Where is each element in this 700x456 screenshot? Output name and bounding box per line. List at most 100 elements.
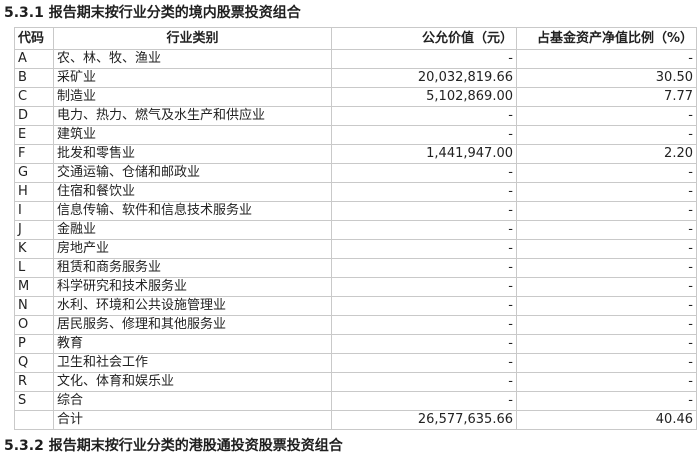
row-industry: 住宿和餐饮业 xyxy=(53,182,332,202)
table-row: N 水利、环境和公共设施管理业 - - xyxy=(14,296,697,316)
row-fair-value: - xyxy=(331,201,517,221)
row-nav-ratio: 30.50 xyxy=(516,68,697,88)
header-nav-ratio: 占基金资产净值比例（%） xyxy=(516,27,697,50)
row-nav-ratio: - xyxy=(516,353,697,373)
row-nav-ratio: - xyxy=(516,239,697,259)
row-code: L xyxy=(14,258,54,278)
row-code: F xyxy=(14,144,54,164)
table-header-row: 代码 行业类别 公允价值（元） 占基金资产净值比例（%） xyxy=(14,27,697,50)
row-fair-value: - xyxy=(331,277,517,297)
row-code: A xyxy=(14,49,54,69)
row-code: H xyxy=(14,182,54,202)
row-code: N xyxy=(14,296,54,316)
row-fair-value: - xyxy=(331,106,517,126)
row-code: M xyxy=(14,277,54,297)
row-nav-ratio: - xyxy=(516,49,697,69)
table-row: G 交通运输、仓储和邮政业 - - xyxy=(14,163,697,183)
row-fair-value: - xyxy=(331,372,517,392)
row-industry: 交通运输、仓储和邮政业 xyxy=(53,163,332,183)
row-code: P xyxy=(14,334,54,354)
row-code: I xyxy=(14,201,54,221)
row-nav-ratio: - xyxy=(516,296,697,316)
row-industry: 租赁和商务服务业 xyxy=(53,258,332,278)
table-row: M 科学研究和技术服务业 - - xyxy=(14,277,697,297)
row-industry: 电力、热力、燃气及水生产和供应业 xyxy=(53,106,332,126)
table-row: L 租赁和商务服务业 - - xyxy=(14,258,697,278)
table-row: E 建筑业 - - xyxy=(14,125,697,145)
row-nav-ratio: - xyxy=(516,372,697,392)
row-industry: 房地产业 xyxy=(53,239,332,259)
row-code: Q xyxy=(14,353,54,373)
row-nav-ratio: - xyxy=(516,277,697,297)
row-fair-value: 20,032,819.66 xyxy=(331,68,517,88)
row-industry: 文化、体育和娱乐业 xyxy=(53,372,332,392)
table-row: O 居民服务、修理和其他服务业 - - xyxy=(14,315,697,335)
row-nav-ratio: - xyxy=(516,125,697,145)
row-nav-ratio: - xyxy=(516,220,697,240)
table-row: D 电力、热力、燃气及水生产和供应业 - - xyxy=(14,106,697,126)
header-industry: 行业类别 xyxy=(53,27,332,50)
row-code: S xyxy=(14,391,54,411)
row-industry: 卫生和社会工作 xyxy=(53,353,332,373)
row-fair-value: - xyxy=(331,296,517,316)
total-row: 合计 26,577,635.66 40.46 xyxy=(14,410,697,430)
row-industry: 教育 xyxy=(53,334,332,354)
row-nav-ratio: - xyxy=(516,163,697,183)
row-industry: 科学研究和技术服务业 xyxy=(53,277,332,297)
row-industry: 制造业 xyxy=(53,87,332,107)
row-industry: 采矿业 xyxy=(53,68,332,88)
row-fair-value: - xyxy=(331,182,517,202)
row-industry: 水利、环境和公共设施管理业 xyxy=(53,296,332,316)
row-fair-value: - xyxy=(331,391,517,411)
row-fair-value: - xyxy=(331,353,517,373)
row-nav-ratio: - xyxy=(516,182,697,202)
row-fair-value: 1,441,947.00 xyxy=(331,144,517,164)
row-industry: 信息传输、软件和信息技术服务业 xyxy=(53,201,332,221)
row-industry: 金融业 xyxy=(53,220,332,240)
row-code xyxy=(14,410,54,430)
table-row: F 批发和零售业 1,441,947.00 2.20 xyxy=(14,144,697,164)
row-nav-ratio: 2.20 xyxy=(516,144,697,164)
table-row: Q 卫生和社会工作 - - xyxy=(14,353,697,373)
row-fair-value: 5,102,869.00 xyxy=(331,87,517,107)
row-nav-ratio: - xyxy=(516,201,697,221)
row-code: E xyxy=(14,125,54,145)
row-code: G xyxy=(14,163,54,183)
row-code: B xyxy=(14,68,54,88)
row-nav-ratio: 40.46 xyxy=(516,410,697,430)
table-row: B 采矿业 20,032,819.66 30.50 xyxy=(14,68,697,88)
row-code: R xyxy=(14,372,54,392)
row-fair-value: - xyxy=(331,334,517,354)
row-fair-value: - xyxy=(331,258,517,278)
row-fair-value: 26,577,635.66 xyxy=(331,410,517,430)
table-row: S 综合 - - xyxy=(14,391,697,411)
row-fair-value: - xyxy=(331,220,517,240)
row-nav-ratio: - xyxy=(516,258,697,278)
row-code: J xyxy=(14,220,54,240)
row-code: O xyxy=(14,315,54,335)
row-code: C xyxy=(14,87,54,107)
row-industry: 批发和零售业 xyxy=(53,144,332,164)
row-industry: 农、林、牧、渔业 xyxy=(53,49,332,69)
row-nav-ratio: - xyxy=(516,391,697,411)
industry-holdings-table: 代码 行业类别 公允价值（元） 占基金资产净值比例（%） A 农、林、牧、渔业 … xyxy=(14,27,697,430)
row-fair-value: - xyxy=(331,315,517,335)
row-nav-ratio: - xyxy=(516,106,697,126)
row-code: K xyxy=(14,239,54,259)
header-fair-value: 公允价值（元） xyxy=(331,27,517,50)
row-industry: 居民服务、修理和其他服务业 xyxy=(53,315,332,335)
row-fair-value: - xyxy=(331,125,517,145)
row-nav-ratio: 7.77 xyxy=(516,87,697,107)
table-row: C 制造业 5,102,869.00 7.77 xyxy=(14,87,697,107)
header-code: 代码 xyxy=(14,27,54,50)
row-industry: 综合 xyxy=(53,391,332,411)
section-title: 5.3.1 报告期末按行业分类的境内股票投资组合 xyxy=(4,5,301,21)
table-row: A 农、林、牧、渔业 - - xyxy=(14,49,697,69)
table-row: K 房地产业 - - xyxy=(14,239,697,259)
row-fair-value: - xyxy=(331,49,517,69)
row-fair-value: - xyxy=(331,163,517,183)
table-row: J 金融业 - - xyxy=(14,220,697,240)
table-row: P 教育 - - xyxy=(14,334,697,354)
row-nav-ratio: - xyxy=(516,334,697,354)
table-row: H 住宿和餐饮业 - - xyxy=(14,182,697,202)
